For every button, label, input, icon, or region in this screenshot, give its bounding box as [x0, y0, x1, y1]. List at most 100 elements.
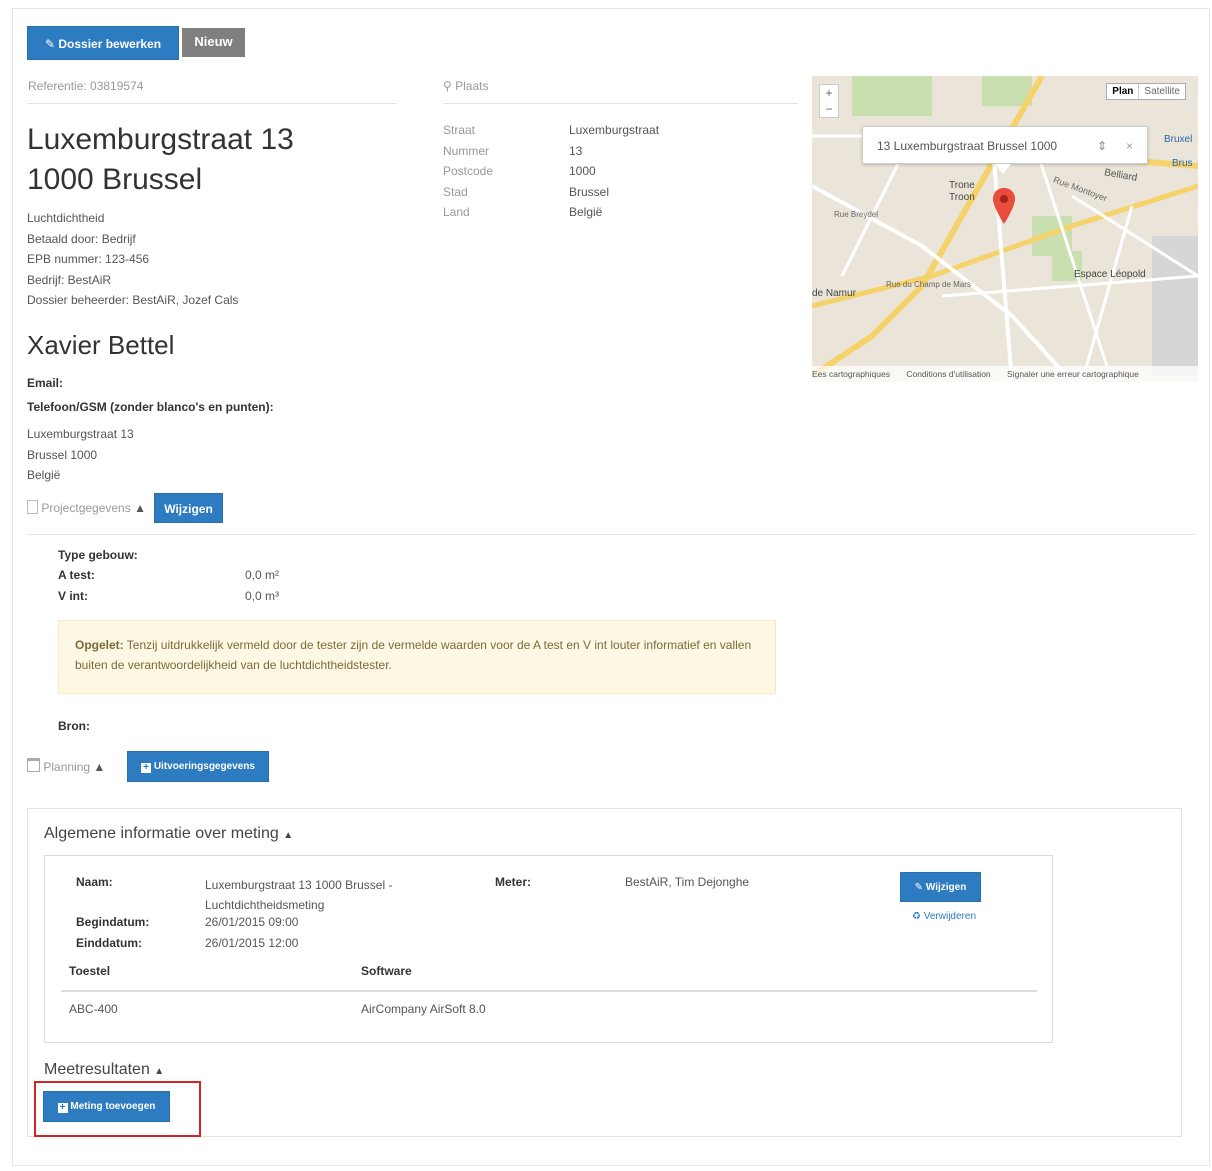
email-label: Email:: [27, 376, 64, 390]
edit-dossier-button[interactable]: ✎ Dossier bewerken: [27, 26, 179, 60]
contact-address-line: België: [27, 468, 61, 482]
dossier-info: Luchtdichtheid Betaald door: Bedrijf EPB…: [27, 208, 238, 311]
info-line: Luchtdichtheid: [27, 211, 105, 225]
table-header-software: Software: [361, 964, 412, 978]
planning-toggle-label: Planning: [43, 760, 91, 774]
contact-address: Luxemburgstraat 13 Brussel 1000 België: [27, 424, 134, 486]
map-label: Trone: [949, 180, 975, 191]
contact-address-line: Brussel 1000: [27, 447, 98, 462]
execution-data-button[interactable]: + Uitvoeringsgegevens: [127, 751, 269, 782]
start-label: Begindatum:: [76, 915, 150, 929]
info-line: Dossier beheerder: BestAiR, Jozef Cals: [27, 293, 239, 307]
new-button-label: Nieuw: [194, 34, 233, 49]
map-popup-text: 13 Luxemburgstraat Brussel 1000: [877, 139, 1058, 153]
v-int-value: 0,0 m³: [245, 589, 280, 603]
project-edit-label: Wijzigen: [164, 502, 213, 516]
name-value: Luxemburgstraat 13 1000 Brussel - Luchtd…: [205, 875, 392, 915]
zoom-out-icon[interactable]: −: [820, 101, 838, 117]
map[interactable]: + − Plan Satellite 13 Luxemburgstraat Br…: [812, 76, 1198, 382]
add-measurement-label: Meting toevoegen: [70, 1101, 156, 1112]
results-section-title[interactable]: Meetresultaten ▲: [44, 1061, 164, 1079]
source-label: Bron:: [58, 719, 90, 733]
divider: [27, 534, 1195, 535]
document-icon: [27, 500, 38, 514]
calendar-icon: [27, 758, 40, 772]
map-footer-item[interactable]: Conditions d'utilisation: [906, 369, 990, 379]
warning-title: Opgelet:: [75, 638, 124, 652]
delete-label: Verwijderen: [923, 911, 977, 922]
add-measurement-button[interactable]: + Meting toevoegen: [43, 1091, 170, 1122]
address-line2: 1000 Brussel: [27, 163, 203, 196]
place-label: Land: [443, 205, 470, 219]
measurement-edit-button[interactable]: ✎ Wijzigen: [900, 872, 981, 902]
contact-name: Xavier Bettel: [27, 330, 175, 360]
place-value: Luxemburgstraat: [569, 123, 660, 137]
delete-link[interactable]: ♻ Verwijderen: [912, 911, 976, 922]
map-label: de Namur: [812, 288, 856, 299]
edit-icon: ✎: [44, 37, 55, 51]
new-button[interactable]: Nieuw: [182, 28, 245, 57]
planning-toggle[interactable]: Planning ▲: [27, 758, 105, 774]
results-title-label: Meetresultaten: [44, 1061, 150, 1078]
place-table: Straat Luxemburgstraat Nummer 13 Postcode 1…: [443, 120, 659, 223]
map-marker-icon: ⚲: [443, 79, 452, 93]
divider: [27, 103, 397, 104]
name-label: Naam:: [76, 875, 113, 889]
map-popup: 13 Luxemburgstraat Brussel 1000 ⇕ ×: [862, 126, 1148, 164]
warning-box: Opgelet: Tenzij uitdrukkelijk vermeld do…: [58, 620, 776, 694]
measurement-section-title[interactable]: Algemene informatie over meting ▲: [44, 825, 293, 843]
sort-icon: ⇕: [1096, 139, 1107, 153]
a-test-label: A test:: [58, 568, 95, 582]
plus-square-icon: +: [57, 1103, 68, 1113]
plus-square-icon: +: [141, 763, 152, 773]
caret-up-icon: ▲: [283, 830, 294, 841]
caret-up-icon: ▲: [134, 501, 146, 515]
table-header-device: Toestel: [69, 964, 111, 978]
close-icon[interactable]: ×: [1126, 127, 1133, 165]
page-title: Luxemburgstraat 13 1000 Brussel: [27, 120, 294, 200]
caret-up-icon: ▲: [154, 1066, 165, 1077]
info-line: Betaald door: Bedrijf: [27, 231, 136, 246]
info-line: Bedrijf: BestAiR: [27, 272, 112, 287]
zoom-controls: + −: [819, 84, 839, 118]
warning-text: Tenzij uitdrukkelijk vermeld door de tes…: [75, 638, 752, 672]
map-label: Brus: [1172, 158, 1193, 169]
zoom-in-icon[interactable]: +: [820, 85, 838, 101]
map-popup-arrow: [995, 164, 1011, 174]
map-label: Espace Léopold: [1074, 269, 1146, 280]
place-label: Postcode: [443, 164, 494, 178]
project-toggle[interactable]: Projectgegevens ▲: [27, 500, 146, 515]
place-header-label: Plaats: [455, 79, 489, 93]
execution-data-label: Uitvoeringsgegevens: [153, 761, 255, 772]
name-value-line: Luchtdichtheidsmeting: [205, 898, 325, 912]
contact-address-line: Luxemburgstraat 13: [27, 427, 134, 441]
place-value: België: [569, 205, 603, 219]
place-label: Nummer: [443, 143, 490, 158]
map-type-switch: Plan Satellite: [1106, 83, 1186, 100]
table-cell-device: ABC-400: [69, 1002, 118, 1016]
map-footer: Ees cartographiques Conditions d'utilisa…: [812, 366, 1198, 382]
place-label: Stad: [443, 184, 468, 199]
table-header-divider: [61, 990, 1037, 992]
project-toggle-label: Projectgegevens: [41, 501, 131, 515]
map-type-plan[interactable]: Plan: [1107, 84, 1140, 99]
map-type-satellite[interactable]: Satellite: [1139, 84, 1185, 99]
caret-up-icon: ▲: [93, 760, 106, 774]
map-label: Rue Breydel: [834, 210, 879, 219]
place-value: Brussel: [569, 184, 610, 199]
place-value: 13: [569, 143, 583, 158]
a-test-value: 0,0 m²: [245, 568, 280, 582]
divider: [443, 103, 798, 104]
map-footer-item[interactable]: Signaler une erreur cartographique: [1007, 369, 1139, 379]
edit-icon: ✎: [914, 882, 924, 893]
edit-dossier-label: Dossier bewerken: [58, 37, 162, 51]
address-line1: Luxemburgstraat 13: [27, 123, 294, 156]
map-footer-item: Ees cartographiques: [812, 369, 890, 379]
map-label: Rue du Champ de Mars: [886, 280, 971, 289]
meter-value: BestAiR, Tim Dejonghe: [625, 875, 750, 889]
reference: Referentie: 03819574: [28, 79, 144, 93]
map-label: Troon: [949, 192, 975, 203]
info-line: EPB nummer: 123-456: [27, 252, 150, 266]
project-edit-button[interactable]: Wijzigen: [154, 493, 223, 523]
map-streets: [812, 76, 1198, 382]
